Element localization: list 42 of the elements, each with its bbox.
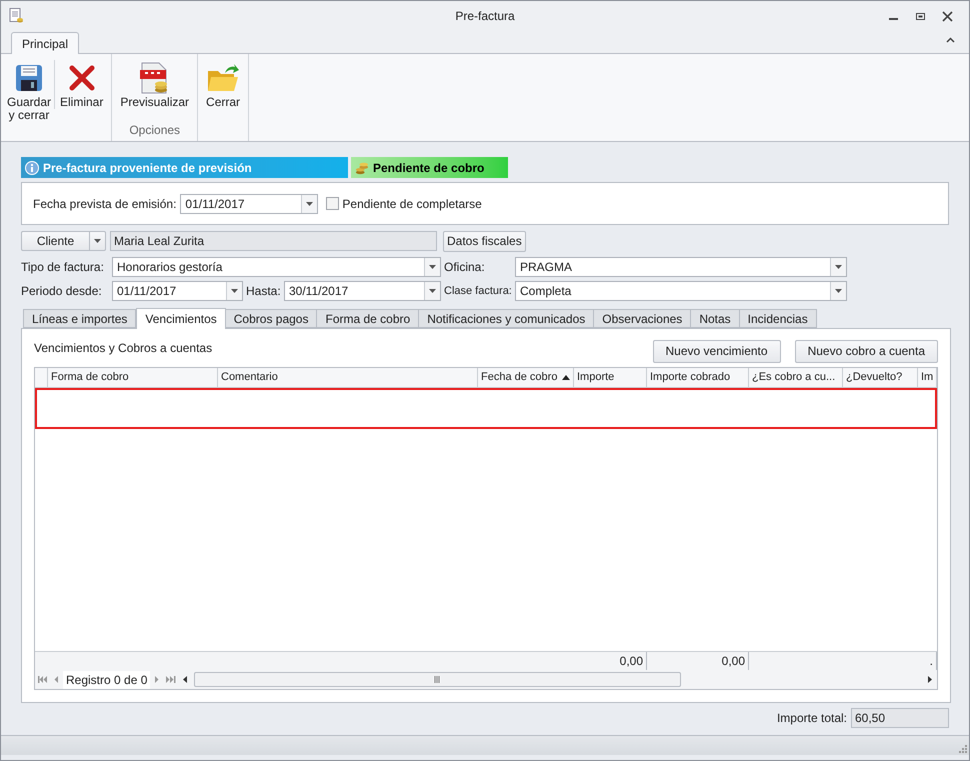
ribbon-button[interactable]: Eliminar — [54, 60, 108, 109]
ribbon-tab[interactable]: Principal — [11, 32, 80, 54]
tab[interactable]: Forma de cobro — [317, 309, 420, 328]
date-field[interactable]: 01/11/2017 — [180, 194, 318, 214]
field-label: Clase factura: — [443, 284, 513, 299]
ribbon-button[interactable]: Guardar y cerrar — [4, 60, 54, 122]
footer-total: 0,00 — [620, 653, 643, 670]
checkbox[interactable]: Pendiente de completarse — [326, 194, 482, 212]
client-name-field: Maria Leal Zurita — [110, 231, 437, 251]
tab[interactable]: Notas — [691, 309, 740, 328]
footer-total: . — [930, 653, 933, 670]
footer-total: 0,00 — [722, 653, 745, 670]
window-title: Pre-factura — [455, 9, 515, 23]
combo-field[interactable]: Honorarios gestoría — [112, 257, 441, 277]
info-banner: Pre-factura proveniente de previsión — [21, 157, 348, 178]
ribbon-button[interactable]: Cerrar — [201, 60, 246, 109]
tab[interactable]: Incidencias — [740, 309, 817, 328]
field-label: Fecha prevista de emisión: — [33, 196, 176, 212]
panel-title: Vencimientos y Cobros a cuentas — [34, 340, 212, 357]
status-banner: Pendiente de cobro — [351, 157, 508, 178]
field-label: Periodo desde: — [21, 283, 103, 300]
client-button[interactable]: Cliente — [21, 231, 106, 251]
combo-field[interactable]: PRAGMA — [515, 257, 847, 277]
panel-button[interactable]: Nuevo vencimiento — [652, 340, 781, 362]
tab[interactable]: Notificaciones y comunicados — [419, 309, 594, 328]
group-label: Opciones — [129, 123, 180, 137]
fiscal-data-button[interactable]: Datos fiscales — [443, 230, 526, 252]
field-label: Oficina: — [443, 259, 486, 276]
combo-field[interactable]: Completa — [515, 281, 847, 301]
field-label: Hasta: — [245, 283, 282, 300]
tab[interactable]: Observaciones — [594, 309, 692, 328]
tab[interactable]: Vencimientos — [136, 308, 226, 329]
combo-field[interactable]: 30/11/2017 — [284, 281, 441, 301]
tab[interactable]: Cobros pagos — [226, 309, 318, 328]
field-label: Importe total: — [776, 710, 847, 727]
tab[interactable]: Líneas e importes — [23, 309, 136, 328]
total-field: 60,50 — [851, 708, 949, 728]
combo-field[interactable]: 01/11/2017 — [112, 281, 243, 301]
panel-button[interactable]: Nuevo cobro a cuenta — [794, 340, 938, 362]
field-label: Tipo de factura: — [21, 259, 105, 276]
ribbon-button[interactable]: Previsualizar — [115, 60, 194, 109]
record-counter: Registro 0 de 0 — [63, 670, 150, 688]
